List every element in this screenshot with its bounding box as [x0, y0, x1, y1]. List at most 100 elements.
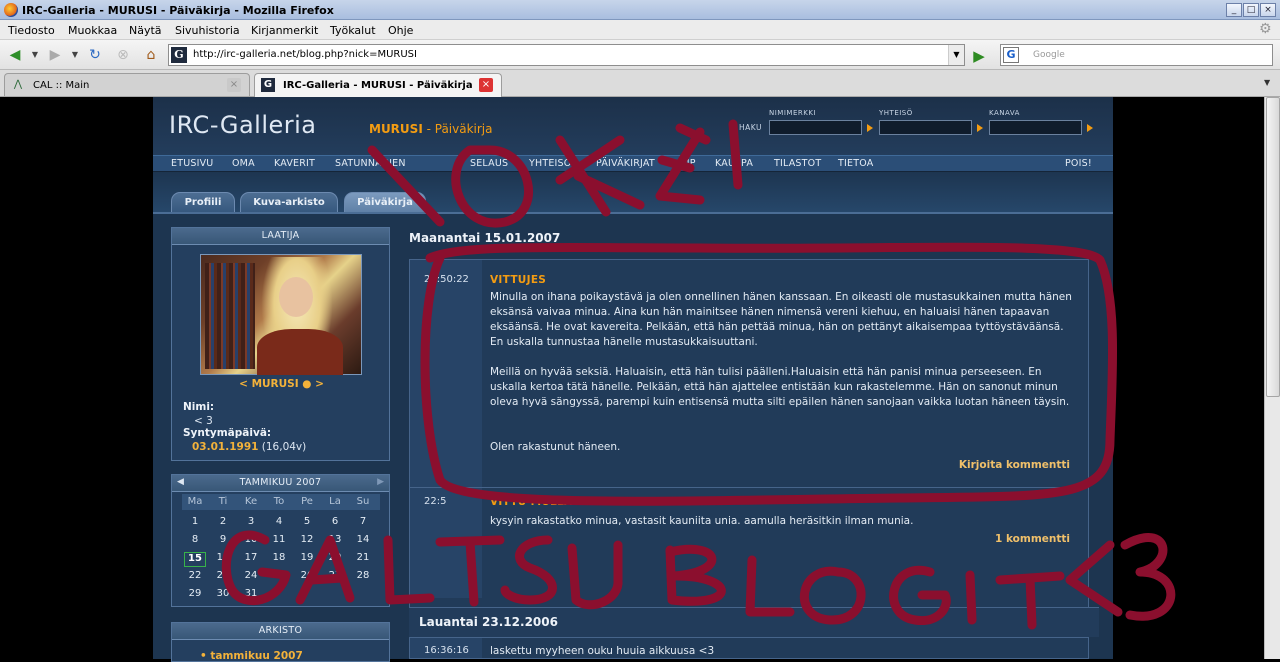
logout-link[interactable]: POIS!	[1065, 158, 1092, 169]
tab-list-icon[interactable]: ▼	[1264, 78, 1270, 87]
minimize-button[interactable]: _	[1226, 3, 1242, 17]
close-tab-icon[interactable]: ×	[227, 78, 241, 92]
name-label: Nimi:	[183, 401, 215, 413]
tab-paivakirja[interactable]: Päiväkirja	[344, 192, 426, 213]
owner-nick[interactable]: MURUSI	[369, 122, 423, 136]
post2-title[interactable]: VITTU MULLA HANSKAT	[490, 496, 635, 508]
calendar-day-4[interactable]: 4	[268, 516, 290, 531]
back-dropdown-icon[interactable]: ▼	[26, 46, 44, 64]
post1-title[interactable]: VITTUJES	[490, 274, 546, 286]
nav-kaverit[interactable]: KAVERIT	[274, 158, 315, 169]
age-value: (16,04v)	[261, 441, 307, 453]
calendar-day-26[interactable]: 26	[296, 570, 318, 585]
calendar-day-2[interactable]: 2	[212, 516, 234, 531]
calendar-day-30[interactable]: 30	[212, 588, 234, 603]
post2-comment-link[interactable]: 1 kommentti	[995, 533, 1070, 545]
go-button-icon[interactable]: ▶	[968, 45, 990, 67]
calendar-day-8[interactable]: 8	[184, 534, 206, 549]
nav-etusivu[interactable]: ETUSIVU	[171, 158, 213, 169]
community-search-arrow-icon[interactable]	[977, 124, 983, 132]
calendar-day-11[interactable]: 11	[268, 534, 290, 549]
next-month-icon[interactable]: ▶	[377, 477, 384, 487]
menu-help[interactable]: Ohje	[388, 24, 413, 37]
nav-tietoa[interactable]: TIETOA	[838, 158, 873, 169]
post1-time-column	[410, 260, 482, 487]
menu-bookmarks[interactable]: Kirjanmerkit	[251, 24, 318, 37]
author-nick[interactable]: < MURUSI ● >	[239, 378, 324, 390]
calendar-day-18[interactable]: 18	[268, 552, 290, 567]
calendar-day-23[interactable]: 23	[212, 570, 234, 585]
birthday-value[interactable]: 03.01.1991	[192, 441, 258, 453]
nav-satunnainen[interactable]: SATUNNAINEN	[335, 158, 406, 169]
weekday-la: La	[329, 496, 341, 507]
tab-cal-main[interactable]: ⋀ CAL :: Main ×	[4, 73, 250, 96]
community-search-input[interactable]	[879, 120, 972, 135]
calendar-day-19[interactable]: 19	[296, 552, 318, 567]
profile-photo[interactable]	[200, 254, 362, 375]
channel-search-input[interactable]	[989, 120, 1082, 135]
calendar-day-28[interactable]: 28	[352, 570, 374, 585]
site-logo[interactable]: IRC-Galleria	[169, 111, 317, 139]
calendar-day-16[interactable]: 16	[212, 552, 234, 567]
menu-tools[interactable]: Työkalut	[330, 24, 376, 37]
nickname-search-arrow-icon[interactable]	[867, 124, 873, 132]
prev-month-icon[interactable]: ◀	[177, 477, 184, 487]
calendar-day-1[interactable]: 1	[184, 516, 206, 531]
vertical-scrollbar[interactable]	[1264, 97, 1280, 659]
calendar-day-27[interactable]: 27	[324, 570, 346, 585]
calendar-day-13[interactable]: 13	[324, 534, 346, 549]
calendar-day-5[interactable]: 5	[296, 516, 318, 531]
tab-irc-galleria[interactable]: G IRC-Galleria - MURUSI - Päiväkirja ×	[254, 73, 502, 97]
url-dropdown-icon[interactable]: ▼	[948, 45, 964, 65]
address-bar[interactable]: G http://irc-galleria.net/blog.php?nick=…	[168, 44, 965, 66]
calendar-day-29[interactable]: 29	[184, 588, 206, 603]
calendar-day-15[interactable]: 15	[184, 552, 206, 567]
nickname-search-input[interactable]	[769, 120, 862, 135]
nav-vip[interactable]: VIP	[680, 158, 696, 169]
calendar-day-20[interactable]: 20	[324, 552, 346, 567]
nav-tilastot[interactable]: TILASTOT	[774, 158, 821, 169]
menu-edit[interactable]: Muokkaa	[68, 24, 117, 37]
post1-comment-link[interactable]: Kirjoita kommentti	[959, 459, 1070, 471]
nav-kauppa[interactable]: KAUPPA	[715, 158, 753, 169]
calendar-day-31[interactable]: 31	[240, 588, 262, 603]
calendar-day-7[interactable]: 7	[352, 516, 374, 531]
home-icon[interactable]: ⌂	[142, 46, 160, 64]
nav-selaus[interactable]: SELAUS	[470, 158, 508, 169]
calendar-day-21[interactable]: 21	[352, 552, 374, 567]
calendar-day-22[interactable]: 22	[184, 570, 206, 585]
calendar-day-10[interactable]: 10	[240, 534, 262, 549]
calendar-day-17[interactable]: 17	[240, 552, 262, 567]
menu-history[interactable]: Sivuhistoria	[175, 24, 240, 37]
calendar-day-14[interactable]: 14	[352, 534, 374, 549]
forward-button-icon[interactable]: ▶	[46, 46, 64, 64]
search-box[interactable]: G Google	[1000, 44, 1273, 66]
menu-file[interactable]: Tiedosto	[8, 24, 55, 37]
close-window-button[interactable]: ×	[1260, 3, 1276, 17]
channel-search-arrow-icon[interactable]	[1087, 124, 1093, 132]
calendar-day-6[interactable]: 6	[324, 516, 346, 531]
scrollbar-thumb[interactable]	[1266, 97, 1280, 397]
nav-paivakirjat[interactable]: PÄIVÄKIRJAT	[596, 158, 655, 169]
close-tab-icon[interactable]: ×	[479, 78, 493, 92]
forward-dropdown-icon[interactable]: ▼	[66, 46, 84, 64]
nav-oma[interactable]: OMA	[232, 158, 255, 169]
calendar-day-25[interactable]: 25	[268, 570, 290, 585]
author-nick-line[interactable]: < MURUSI ● >	[172, 378, 391, 390]
google-engine-icon[interactable]: G	[1003, 47, 1019, 63]
back-button-icon[interactable]: ◀	[6, 46, 24, 64]
calendar-day-9[interactable]: 9	[212, 534, 234, 549]
menu-view[interactable]: Näytä	[129, 24, 162, 37]
calendar-day-3[interactable]: 3	[240, 516, 262, 531]
calendar-day-12[interactable]: 12	[296, 534, 318, 549]
stop-icon[interactable]: ⊗	[114, 46, 132, 64]
nav-yhteisot[interactable]: YHTEISÖT	[529, 158, 577, 169]
tab-kuva-arkisto[interactable]: Kuva-arkisto	[240, 192, 338, 213]
tab-divider	[153, 212, 1113, 214]
reload-icon[interactable]: ↻	[86, 46, 104, 64]
tab-profiili[interactable]: Profiili	[171, 192, 235, 213]
maximize-button[interactable]: □	[1243, 3, 1259, 17]
archive-item[interactable]: • tammikuu 2007	[200, 650, 303, 662]
post2-time: 22:5	[424, 496, 447, 507]
calendar-day-24[interactable]: 24	[240, 570, 262, 585]
